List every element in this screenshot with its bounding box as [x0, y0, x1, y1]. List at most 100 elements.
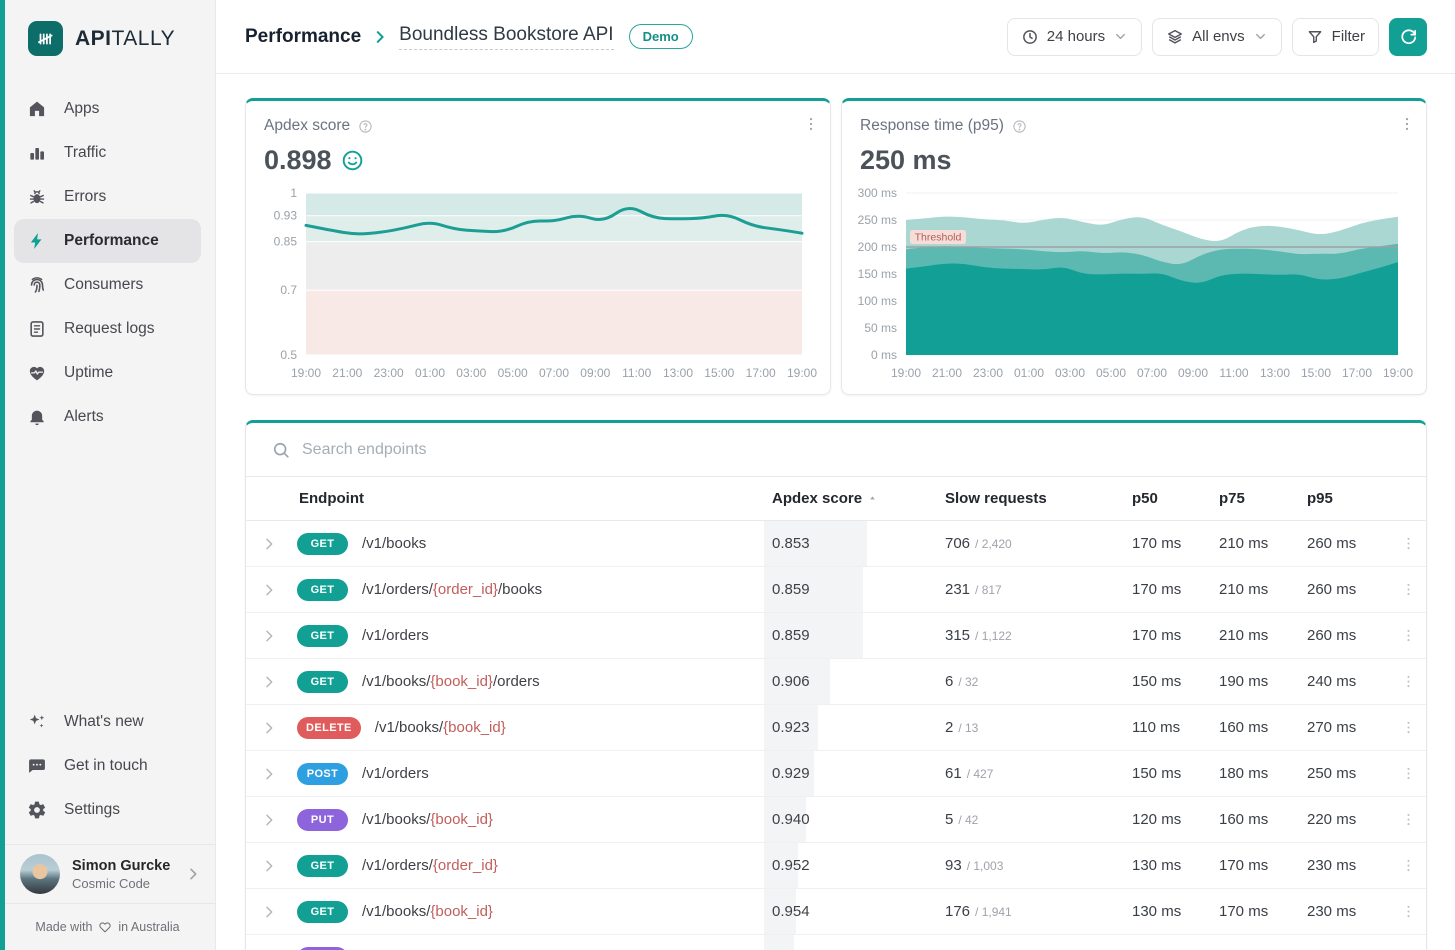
sidebar-item-apps[interactable]: Apps [14, 87, 201, 131]
slow-requests-value: 93/ 1,003 [945, 857, 1004, 874]
apdex-cell: 0.923 [764, 705, 937, 750]
help-icon[interactable] [358, 119, 373, 134]
expand-row-icon[interactable] [246, 628, 291, 644]
column-slow-requests[interactable]: Slow requests [937, 490, 1124, 507]
breadcrumb-app-selector[interactable]: Boundless Bookstore API [399, 24, 614, 50]
apdex-score-value: 0.923 [772, 719, 810, 736]
expand-row-icon[interactable] [246, 720, 291, 736]
row-menu-icon[interactable] [1391, 627, 1426, 644]
user-menu[interactable]: Simon Gurcke Cosmic Code [0, 844, 215, 903]
method-badge: GET [297, 624, 348, 647]
sidebar-item-performance[interactable]: Performance [14, 219, 201, 263]
endpoint-path: /v1/orders [362, 627, 429, 644]
refresh-icon [1399, 27, 1418, 46]
table-row[interactable]: PUT /v1/books/{book_id} 0.940 5/ 42 120 … [246, 797, 1426, 843]
table-row[interactable]: GET /v1/orders/{order_id}/books 0.859 23… [246, 567, 1426, 613]
column-p75[interactable]: p75 [1211, 490, 1299, 507]
expand-row-icon[interactable] [246, 904, 291, 920]
row-menu-icon[interactable] [1391, 765, 1426, 782]
slow-requests-value: 2/ 13 [945, 719, 979, 736]
sidebar-item-request-logs[interactable]: Request logs [14, 307, 201, 351]
refresh-button[interactable] [1389, 17, 1427, 56]
p75-value: 190 ms [1219, 673, 1269, 690]
expand-row-icon[interactable] [246, 674, 291, 690]
svg-text:15:00: 15:00 [704, 366, 734, 380]
time-range-dropdown[interactable]: 24 hours [1006, 17, 1143, 56]
sidebar-item-get-in-touch[interactable]: Get in touch [14, 744, 201, 788]
p50-value: 110 ms [1132, 719, 1181, 736]
expand-row-icon[interactable] [246, 582, 291, 598]
environment-dropdown[interactable]: All envs [1152, 17, 1282, 56]
p75-value: 160 ms [1219, 719, 1269, 736]
header-controls: 24 hours All envs Filter [1006, 17, 1427, 56]
table-row[interactable]: GET /v1/orders/{order_id} 0.952 93/ 1,00… [246, 843, 1426, 889]
svg-text:250 ms: 250 ms [858, 213, 897, 227]
slow-requests-value: 5/ 42 [945, 811, 979, 828]
row-menu-icon[interactable] [1391, 581, 1426, 598]
apdex-cell: 0.859 [764, 567, 937, 612]
expand-row-icon[interactable] [246, 812, 291, 828]
svg-text:0.7: 0.7 [280, 283, 297, 297]
svg-text:1: 1 [290, 187, 297, 200]
svg-text:05:00: 05:00 [1096, 366, 1126, 380]
sidebar-item-consumers[interactable]: Consumers [14, 263, 201, 307]
row-menu-icon[interactable] [1391, 719, 1426, 736]
expand-row-icon[interactable] [246, 536, 291, 552]
sidebar-item-settings[interactable]: Settings [14, 788, 201, 832]
table-row[interactable]: GET /v1/books/{book_id}/orders 0.906 6/ … [246, 659, 1426, 705]
p50-value: 130 ms [1132, 903, 1182, 920]
search-input[interactable] [302, 440, 1410, 459]
slow-requests-value: 706/ 2,420 [945, 535, 1012, 552]
column-apdex-score[interactable]: Apdex score [764, 490, 937, 507]
slow-requests-value: 6/ 32 [945, 673, 979, 690]
heart-pulse-icon [27, 363, 47, 383]
table-row[interactable]: GET /v1/orders 0.859 315/ 1,122 170 ms 2… [246, 613, 1426, 659]
row-menu-icon[interactable] [1391, 857, 1426, 874]
method-badge: PUT [297, 808, 348, 831]
filter-button[interactable]: Filter [1291, 17, 1379, 56]
p50-value: 120 ms [1132, 811, 1182, 828]
chevron-down-icon [1253, 29, 1268, 44]
row-menu-icon[interactable] [1391, 535, 1426, 552]
sidebar-item-traffic[interactable]: Traffic [14, 131, 201, 175]
sidebar-item-label: What's new [64, 713, 144, 730]
svg-text:19:00: 19:00 [787, 366, 817, 380]
method-badge: GET [297, 854, 348, 877]
sidebar-item-errors[interactable]: Errors [14, 175, 201, 219]
svg-text:07:00: 07:00 [539, 366, 569, 380]
sidebar-item-uptime[interactable]: Uptime [14, 351, 201, 395]
table-row[interactable]: PUT /v1/orders/{order_id} 0.957 3/ 23 13… [246, 935, 1426, 950]
svg-text:19:00: 19:00 [291, 366, 321, 380]
row-menu-icon[interactable] [1391, 903, 1426, 920]
card-menu-icon[interactable] [802, 115, 820, 133]
svg-text:200 ms: 200 ms [858, 240, 897, 254]
sidebar-item-what-s-new[interactable]: What's new [14, 700, 201, 744]
p75-value: 210 ms [1219, 581, 1269, 598]
svg-text:0 ms: 0 ms [871, 348, 897, 362]
p95-value: 260 ms [1307, 581, 1357, 598]
row-menu-icon[interactable] [1391, 811, 1426, 828]
column-p95[interactable]: p95 [1299, 490, 1391, 507]
column-endpoint[interactable]: Endpoint [291, 490, 764, 507]
card-menu-icon[interactable] [1398, 115, 1416, 133]
svg-text:01:00: 01:00 [415, 366, 445, 380]
apdex-cell: 0.952 [764, 843, 937, 888]
apdex-chart: 1 0.93 0.85 0.7 0.5 19:00 21:00 23:00 01:00 03:00… [262, 186, 818, 392]
column-p50[interactable]: p50 [1124, 490, 1211, 507]
expand-row-icon[interactable] [246, 766, 291, 782]
row-menu-icon[interactable] [1391, 673, 1426, 690]
apdex-card-title: Apdex score [264, 117, 351, 134]
help-icon[interactable] [1012, 119, 1027, 134]
table-row[interactable]: DELETE /v1/books/{book_id} 0.923 2/ 13 1… [246, 705, 1426, 751]
svg-text:Threshold: Threshold [915, 232, 962, 244]
p75-value: 170 ms [1219, 857, 1269, 874]
apitally-logo-icon [28, 21, 63, 56]
app-logo[interactable]: APITALLY [0, 0, 215, 62]
bell-icon [27, 407, 47, 427]
table-row[interactable]: POST /v1/orders 0.929 61/ 427 150 ms 180… [246, 751, 1426, 797]
apdex-value: 0.898 [264, 145, 332, 175]
sidebar-item-alerts[interactable]: Alerts [14, 395, 201, 439]
table-row[interactable]: GET /v1/books 0.853 706/ 2,420 170 ms 21… [246, 521, 1426, 567]
table-row[interactable]: GET /v1/books/{book_id} 0.954 176/ 1,941… [246, 889, 1426, 935]
expand-row-icon[interactable] [246, 858, 291, 874]
